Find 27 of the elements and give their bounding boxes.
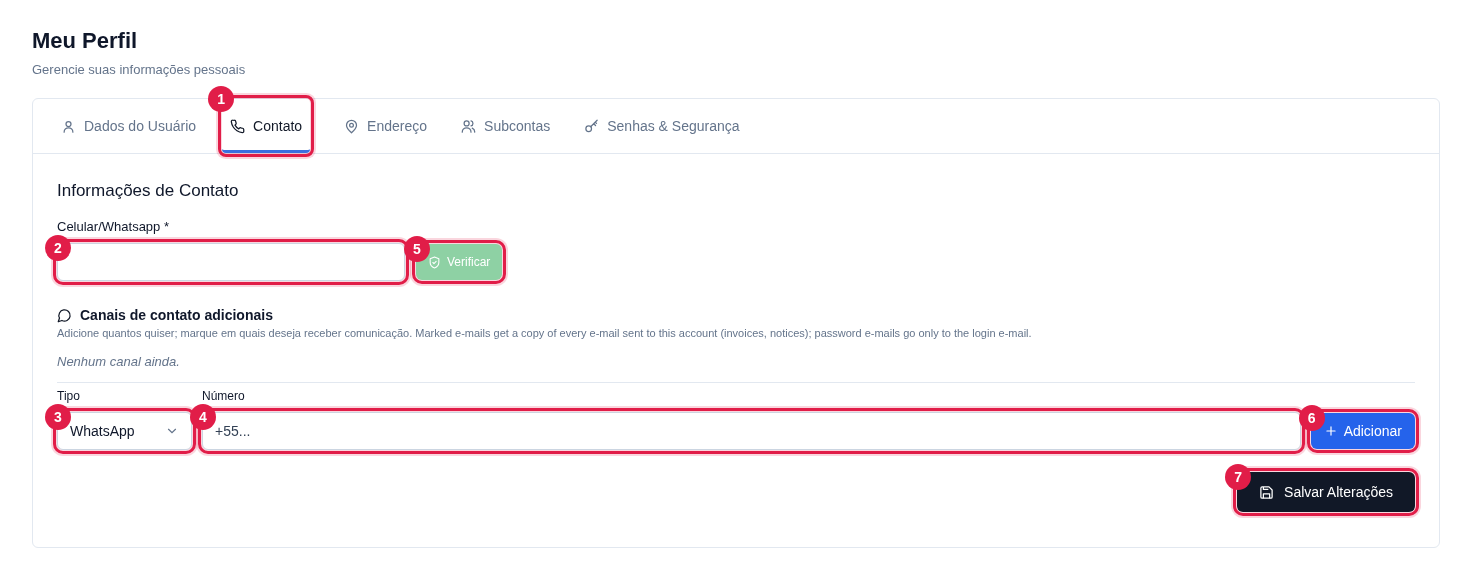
field-label: Tipo	[57, 389, 80, 403]
step-badge: 7	[1225, 464, 1252, 490]
users-icon	[461, 118, 477, 134]
tab[interactable]: Endereço	[336, 99, 436, 153]
shield-check-icon	[428, 255, 441, 269]
page-subtitle: Gerencie suas informações pessoais	[32, 62, 247, 77]
section-description: Adicione quantos quiser; marque em quais deseja receber comunicação. Marked e-mails get a copy of every e-mail sent to this account (invoices, notices); password e-mails go only to the login e-mail.	[57, 327, 1033, 339]
key-icon	[584, 118, 600, 134]
step-badge: 1	[208, 86, 235, 112]
user-icon	[61, 118, 76, 134]
section-heading: Informações de Contato	[57, 180, 240, 202]
tab[interactable]: Dados do Usuário	[53, 99, 205, 153]
page-title: Meu Perfil	[32, 28, 139, 54]
plus-icon	[1323, 424, 1338, 438]
tab[interactable]: Senhas & Segurança	[576, 99, 748, 153]
step-badge: 3	[45, 404, 71, 430]
chat-bubble-icon	[57, 307, 72, 323]
map-pin-icon	[344, 118, 360, 134]
section-title: Canais de contato adicionais	[80, 307, 273, 323]
field-label: Número	[202, 389, 245, 403]
field-label: Celular/Whatsapp *	[57, 219, 169, 234]
step-badge: 5	[404, 236, 430, 262]
empty-message: Nenhum canal ainda.	[57, 354, 181, 369]
phone-icon	[230, 118, 246, 134]
step-badge: 2	[45, 235, 71, 261]
step-badge: 4	[190, 404, 216, 430]
tab[interactable]: Subcontas	[453, 99, 559, 153]
